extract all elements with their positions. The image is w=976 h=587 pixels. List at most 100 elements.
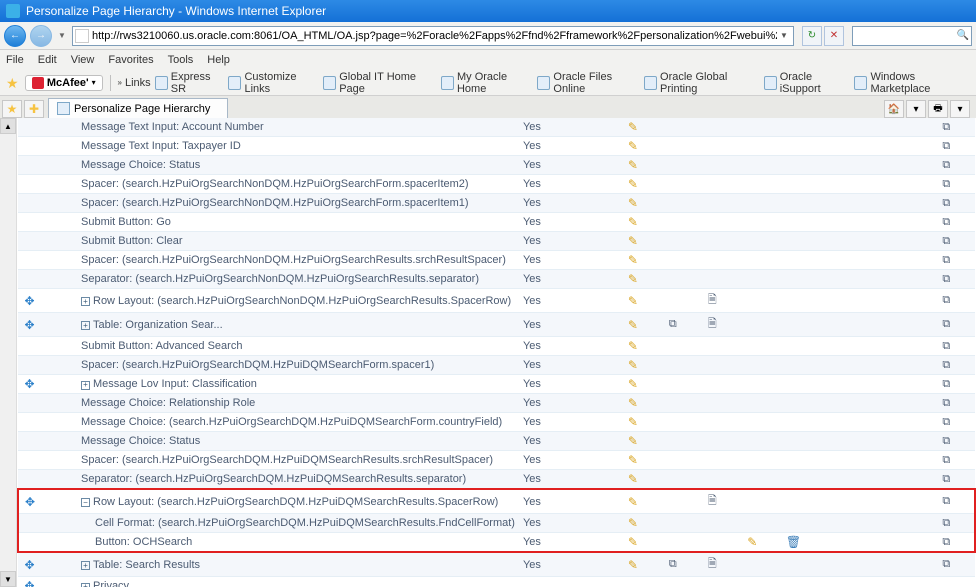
- search-box[interactable]: 🔍: [852, 26, 972, 46]
- copy-stack-icon[interactable]: ⧉: [942, 454, 950, 466]
- focus-icon[interactable]: ✥: [23, 579, 37, 587]
- focus-icon[interactable]: ✥: [23, 495, 37, 509]
- copy-stack-icon[interactable]: ⧉: [942, 197, 950, 209]
- node-label[interactable]: Row Layout: (search.HzPuiOrgSearchDQM.Hz…: [93, 496, 498, 508]
- node-label[interactable]: Table: Organization Sear...: [93, 319, 223, 331]
- focus-icon[interactable]: ✥: [23, 558, 37, 572]
- copy-stack-icon[interactable]: ⧉: [942, 558, 950, 570]
- pencil-icon[interactable]: ✎: [626, 377, 640, 391]
- node-label[interactable]: Spacer: (search.HzPuiOrgSearchDQM.HzPuiD…: [81, 454, 493, 466]
- copy-stack-icon[interactable]: ⧉: [942, 178, 950, 190]
- node-label[interactable]: Spacer: (search.HzPuiOrgSearchNonDQM.HzP…: [81, 197, 469, 209]
- pencil-icon[interactable]: ✎: [626, 434, 640, 448]
- node-label[interactable]: Message Choice: (search.HzPuiOrgSearchDQ…: [81, 416, 502, 428]
- left-scrollbar[interactable]: ▲ ▼: [0, 118, 17, 587]
- copy-stack-icon[interactable]: ⧉: [942, 517, 950, 529]
- tab-personalize[interactable]: Personalize Page Hierarchy: [48, 98, 228, 118]
- copy-stack-icon[interactable]: ⧉: [942, 216, 950, 228]
- address-bar[interactable]: ▼: [72, 26, 794, 46]
- pencil-icon[interactable]: ✎: [626, 120, 640, 134]
- node-label[interactable]: Submit Button: Go: [81, 216, 171, 228]
- link-isupport[interactable]: Oracle iSupport: [764, 71, 851, 95]
- copy-stack-icon[interactable]: ⧉: [942, 378, 950, 390]
- copy-stack-icon[interactable]: ⧉: [669, 558, 677, 570]
- pencil-icon[interactable]: ✎: [626, 318, 640, 332]
- pencil-icon[interactable]: ✎: [626, 234, 640, 248]
- pencil-icon[interactable]: ✎: [626, 253, 640, 267]
- home-button[interactable]: 🏠: [884, 100, 904, 118]
- expand-icon[interactable]: +: [81, 297, 90, 306]
- pencil-icon[interactable]: ✎: [626, 294, 640, 308]
- pencil-icon[interactable]: ✎: [626, 396, 640, 410]
- copy-stack-icon[interactable]: ⧉: [942, 397, 950, 409]
- copy-stack-icon[interactable]: ⧉: [942, 318, 950, 330]
- pencil-icon[interactable]: ✎: [626, 453, 640, 467]
- pencil-icon[interactable]: ✎: [626, 516, 640, 530]
- copy-stack-icon[interactable]: ⧉: [942, 140, 950, 152]
- node-label[interactable]: Message Choice: Status: [81, 435, 200, 447]
- link-my-oracle[interactable]: My Oracle Home: [441, 71, 533, 95]
- copy-stack-icon[interactable]: ⧉: [669, 318, 677, 330]
- expand-icon[interactable]: +: [81, 561, 90, 570]
- history-dropdown[interactable]: ▼: [56, 26, 68, 46]
- pencil-icon[interactable]: ✎: [626, 358, 640, 372]
- forward-button[interactable]: →: [30, 25, 52, 47]
- expand-icon[interactable]: −: [81, 498, 90, 507]
- node-label[interactable]: Submit Button: Advanced Search: [81, 340, 242, 352]
- menu-favorites[interactable]: Favorites: [108, 54, 153, 66]
- stop-button[interactable]: ✕: [824, 26, 844, 46]
- copy-plain-icon[interactable]: 🗎: [708, 294, 717, 306]
- node-label[interactable]: Cell Format: (search.HzPuiOrgSearchDQM.H…: [95, 517, 515, 529]
- focus-icon[interactable]: ✥: [23, 294, 37, 308]
- node-label[interactable]: Message Choice: Status: [81, 159, 200, 171]
- menu-help[interactable]: Help: [207, 54, 230, 66]
- focus-icon[interactable]: ✥: [23, 377, 37, 391]
- scroll-down-icon[interactable]: ▼: [0, 571, 16, 587]
- copy-stack-icon[interactable]: ⧉: [942, 536, 950, 548]
- link-global-it[interactable]: Global IT Home Page: [323, 71, 437, 95]
- copy-stack-icon[interactable]: ⧉: [942, 235, 950, 247]
- links-folder[interactable]: »Links: [118, 77, 151, 89]
- url-input[interactable]: [92, 27, 777, 45]
- pencil-icon[interactable]: ✎: [626, 139, 640, 153]
- url-dropdown[interactable]: ▼: [777, 31, 791, 40]
- menu-edit[interactable]: Edit: [38, 54, 57, 66]
- pencil-icon[interactable]: ✎: [626, 158, 640, 172]
- back-button[interactable]: ←: [4, 25, 26, 47]
- pencil-icon[interactable]: ✎: [626, 339, 640, 353]
- copy-stack-icon[interactable]: ⧉: [942, 495, 950, 507]
- copy-stack-icon[interactable]: ⧉: [942, 273, 950, 285]
- copy-stack-icon[interactable]: ⧉: [942, 159, 950, 171]
- link-express-sr[interactable]: Express SR: [155, 71, 225, 95]
- expand-icon[interactable]: +: [81, 381, 90, 390]
- feed-button[interactable]: ▾: [906, 100, 926, 118]
- pencil-icon[interactable]: ✎: [626, 495, 640, 509]
- link-global-printing[interactable]: Oracle Global Printing: [644, 71, 760, 95]
- menu-view[interactable]: View: [71, 54, 95, 66]
- link-files-online[interactable]: Oracle Files Online: [537, 71, 640, 95]
- pencil-icon[interactable]: ✎: [626, 177, 640, 191]
- node-label[interactable]: Separator: (search.HzPuiOrgSearchNonDQM.…: [81, 273, 479, 285]
- copy-stack-icon[interactable]: ⧉: [942, 294, 950, 306]
- pencil-icon[interactable]: ✎: [626, 215, 640, 229]
- node-label[interactable]: Spacer: (search.HzPuiOrgSearchNonDQM.HzP…: [81, 178, 469, 190]
- copy-stack-icon[interactable]: ⧉: [942, 435, 950, 447]
- node-label[interactable]: Message Text Input: Account Number: [81, 121, 264, 133]
- node-label[interactable]: Spacer: (search.HzPuiOrgSearchDQM.HzPuiD…: [81, 359, 434, 371]
- copy-stack-icon[interactable]: ⧉: [942, 473, 950, 485]
- node-label[interactable]: Message Lov Input: Classification: [93, 378, 257, 390]
- copy-stack-icon[interactable]: ⧉: [942, 359, 950, 371]
- node-label[interactable]: Submit Button: Clear: [81, 235, 183, 247]
- node-label[interactable]: Button: OCHSearch: [95, 536, 192, 548]
- node-label[interactable]: Row Layout: (search.HzPuiOrgSearchNonDQM…: [93, 295, 511, 307]
- menu-tools[interactable]: Tools: [168, 54, 194, 66]
- scroll-up-icon[interactable]: ▲: [0, 118, 16, 134]
- focus-icon[interactable]: ✥: [23, 318, 37, 332]
- refresh-button[interactable]: ↻: [802, 26, 822, 46]
- copy-stack-icon[interactable]: ⧉: [942, 340, 950, 352]
- expand-icon[interactable]: +: [81, 583, 90, 587]
- fav-center-icon[interactable]: ✚: [24, 100, 44, 118]
- copy-stack-icon[interactable]: ⧉: [942, 416, 950, 428]
- pencil-icon[interactable]: ✎: [626, 196, 640, 210]
- pencil-icon[interactable]: ✎: [626, 558, 640, 572]
